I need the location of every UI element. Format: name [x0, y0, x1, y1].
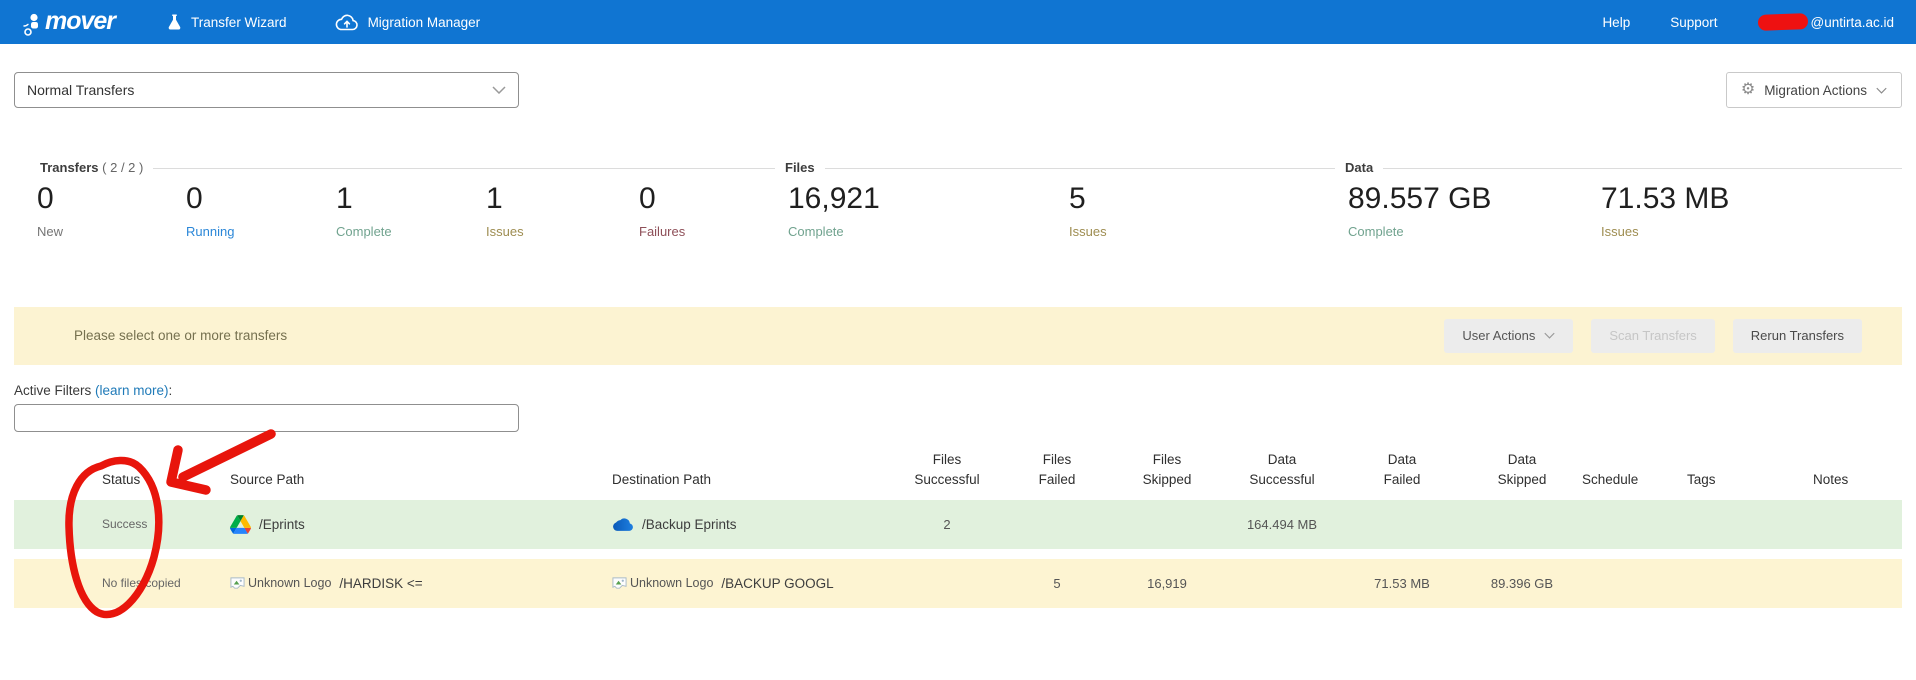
cloud-upload-icon: [335, 14, 359, 31]
files-skipped-value: 16,919: [1112, 576, 1222, 591]
table-row-success[interactable]: Success /Eprints /Bac: [14, 500, 1902, 549]
selection-banner: Please select one or more transfers User…: [14, 307, 1902, 365]
nav-migration-manager[interactable]: Migration Manager: [335, 14, 481, 31]
source-path-cell: Unknown Logo /HARDISK <=: [230, 576, 612, 591]
stat-transfers-new: 0 New: [37, 182, 186, 239]
chevron-down-icon: [492, 86, 506, 94]
transfer-type-select[interactable]: Normal Transfers: [14, 72, 519, 108]
stats-group-transfers-title: Transfers ( 2 / 2 ): [40, 160, 153, 175]
redaction-mark: [1757, 13, 1808, 31]
account-email: @untirta.ac.id: [1811, 15, 1895, 30]
top-navbar: mover Transfer Wizard Migration Manager …: [0, 0, 1916, 44]
brand-name: mover: [45, 9, 115, 36]
stat-transfers-running: 0 Running: [186, 182, 336, 239]
source-path-cell: /Eprints: [230, 515, 612, 534]
status-badge: No files copied: [14, 576, 230, 590]
active-filters-section: Active Filters (learn more):: [14, 383, 1902, 432]
broken-image-alt-text: Unknown Logo: [248, 576, 331, 590]
google-drive-icon: [230, 515, 251, 534]
destination-path-cell: /Backup Eprints: [612, 517, 892, 532]
files-failed-value: 5: [1002, 576, 1112, 591]
col-destination-path: Destination Path: [612, 470, 892, 490]
col-data-skipped: DataSkipped: [1462, 450, 1582, 491]
table-row-warning[interactable]: No files copied Unknown Logo /HARDISK <=: [14, 559, 1902, 608]
gear-icon: ⚙: [1741, 82, 1755, 98]
stat-transfers-issues: 1 Issues: [486, 182, 639, 239]
nav-help[interactable]: Help: [1602, 15, 1630, 30]
stat-data-issues: 71.53 MB Issues: [1601, 182, 1729, 239]
active-filters-input[interactable]: [14, 404, 519, 432]
transfers-count: ( 2 / 2 ): [102, 160, 143, 175]
broken-image-icon: Unknown Logo: [612, 576, 713, 591]
source-path-text: /Eprints: [259, 517, 305, 532]
col-schedule: Schedule: [1582, 470, 1687, 490]
broken-image-icon: Unknown Logo: [230, 576, 331, 591]
stats-group-data-title: Data: [1335, 160, 1383, 175]
destination-path-text: /BACKUP GOOGL: [721, 576, 833, 591]
files-successful-value: 2: [892, 517, 1002, 532]
col-notes: Notes: [1813, 470, 1902, 490]
stat-transfers-failures: 0 Failures: [639, 182, 788, 239]
col-files-skipped: FilesSkipped: [1112, 450, 1222, 491]
stat-transfers-complete: 1 Complete: [336, 182, 486, 239]
data-failed-value: 71.53 MB: [1342, 576, 1462, 591]
stat-data-complete: 89.557 GB Complete: [1348, 182, 1601, 239]
stats-divider-line: [40, 168, 1902, 169]
col-tags: Tags: [1687, 470, 1813, 490]
mover-logo[interactable]: mover: [22, 9, 115, 36]
migration-actions-label: Migration Actions: [1764, 83, 1867, 98]
migration-actions-button[interactable]: ⚙ Migration Actions: [1726, 72, 1902, 108]
banner-message: Please select one or more transfers: [74, 328, 1444, 343]
nav-transfer-wizard[interactable]: Transfer Wizard: [167, 13, 287, 31]
account-menu[interactable]: @untirta.ac.id: [1758, 14, 1895, 30]
table-header-row: Status Source Path Destination Path File…: [14, 446, 1902, 500]
data-successful-value: 164.494 MB: [1222, 517, 1342, 532]
col-source-path: Source Path: [230, 470, 612, 490]
rerun-transfers-button[interactable]: Rerun Transfers: [1733, 319, 1862, 353]
active-filters-label: Active Filters (learn more):: [14, 383, 1902, 398]
destination-path-text: /Backup Eprints: [642, 517, 737, 532]
col-files-failed: FilesFailed: [1002, 450, 1112, 491]
stats-group-files-title: Files: [775, 160, 825, 175]
stats-summary: Transfers ( 2 / 2 ) Files Data 0 New 0 R…: [0, 158, 1916, 239]
status-badge: Success: [14, 517, 230, 531]
col-status: Status: [14, 470, 230, 490]
stat-files-issues: 5 Issues: [1069, 182, 1348, 239]
broken-image-alt-text: Unknown Logo: [630, 576, 713, 590]
col-data-failed: DataFailed: [1342, 450, 1462, 491]
stat-files-complete: 16,921 Complete: [788, 182, 1069, 239]
nav-support[interactable]: Support: [1670, 15, 1717, 30]
transfers-table: Status Source Path Destination Path File…: [14, 446, 1902, 608]
source-path-text: /HARDISK <=: [339, 576, 422, 591]
onedrive-icon: [612, 517, 634, 531]
transfer-type-value: Normal Transfers: [27, 82, 134, 98]
scan-transfers-button: Scan Transfers: [1591, 319, 1714, 353]
user-actions-button[interactable]: User Actions: [1444, 319, 1573, 353]
destination-path-cell: Unknown Logo /BACKUP GOOGL: [612, 576, 892, 591]
chevron-down-icon: [1876, 87, 1887, 94]
col-data-successful: DataSuccessful: [1222, 450, 1342, 491]
flask-icon: [167, 13, 182, 31]
col-files-successful: FilesSuccessful: [892, 450, 1002, 491]
chevron-down-icon: [1544, 332, 1555, 339]
nav-migration-manager-label: Migration Manager: [368, 15, 481, 30]
data-skipped-value: 89.396 GB: [1462, 576, 1582, 591]
learn-more-link[interactable]: (learn more): [95, 383, 169, 398]
nav-transfer-wizard-label: Transfer Wizard: [191, 15, 287, 30]
mover-mascot-icon: [22, 12, 42, 36]
